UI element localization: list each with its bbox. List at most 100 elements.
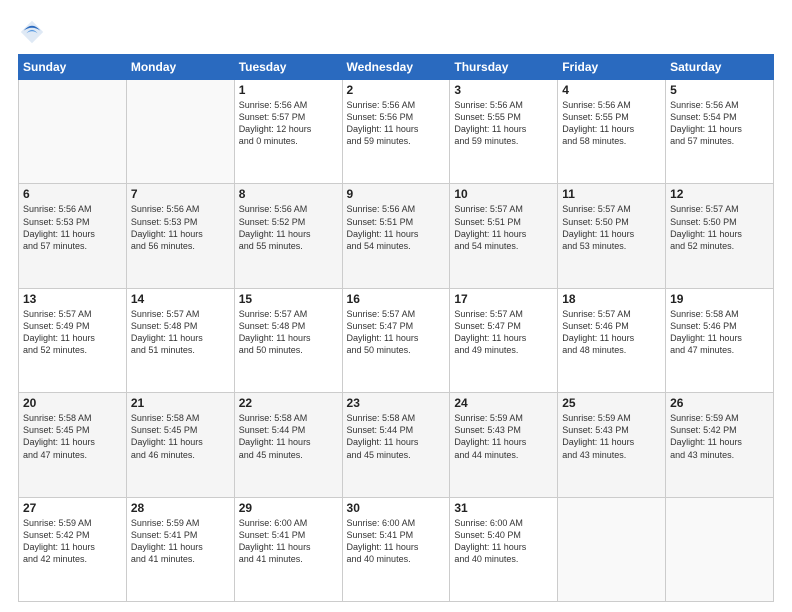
day-info: Sunrise: 5:57 AM Sunset: 5:49 PM Dayligh… [23,308,122,357]
day-info: Sunrise: 5:57 AM Sunset: 5:50 PM Dayligh… [670,203,769,252]
day-cell: 4 Sunrise: 5:56 AM Sunset: 5:55 PM Daylig… [558,80,666,184]
day-number: 29 [239,501,338,515]
day-number: 2 [347,83,446,97]
day-cell: 24Sunrise: 5:59 AM Sunset: 5:43 PM Dayli… [450,393,558,497]
header-row: SundayMondayTuesdayWednesdayThursdayFrid… [19,55,774,80]
day-cell: 9 Sunrise: 5:56 AM Sunset: 5:51 PM Daylig… [342,184,450,288]
day-info: Sunrise: 5:56 AM Sunset: 5:53 PM Dayligh… [131,203,230,252]
day-cell: 30Sunrise: 6:00 AM Sunset: 5:41 PM Dayli… [342,497,450,601]
day-number: 27 [23,501,122,515]
day-number: 7 [131,187,230,201]
day-info: Sunrise: 5:56 AM Sunset: 5:55 PM Dayligh… [562,99,661,148]
day-info: Sunrise: 5:57 AM Sunset: 5:50 PM Dayligh… [562,203,661,252]
day-info: Sunrise: 5:57 AM Sunset: 5:48 PM Dayligh… [131,308,230,357]
day-info: Sunrise: 5:57 AM Sunset: 5:46 PM Dayligh… [562,308,661,357]
day-cell: 22 Sunrise: 5:58 AM Sunset: 5:44 PM Dayli… [234,393,342,497]
day-cell: 11 Sunrise: 5:57 AM Sunset: 5:50 PM Dayli… [558,184,666,288]
header [18,18,774,46]
day-cell: 12 Sunrise: 5:57 AM Sunset: 5:50 PM Dayli… [666,184,774,288]
day-cell: 29 Sunrise: 6:00 AM Sunset: 5:41 PM Dayli… [234,497,342,601]
day-cell: 25Sunrise: 5:59 AM Sunset: 5:43 PM Dayli… [558,393,666,497]
day-cell: 17Sunrise: 5:57 AM Sunset: 5:47 PM Dayli… [450,288,558,392]
day-info: Sunrise: 5:56 AM Sunset: 5:51 PM Dayligh… [347,203,446,252]
day-number: 6 [23,187,122,201]
day-number: 23 [347,396,446,410]
day-cell: 31 Sunrise: 6:00 AM Sunset: 5:40 PM Dayli… [450,497,558,601]
day-info: Sunrise: 5:58 AM Sunset: 5:45 PM Dayligh… [131,412,230,461]
col-header-friday: Friday [558,55,666,80]
week-row-4: 20Sunrise: 5:58 AM Sunset: 5:45 PM Dayli… [19,393,774,497]
day-info: Sunrise: 5:56 AM Sunset: 5:56 PM Dayligh… [347,99,446,148]
day-info: Sunrise: 5:58 AM Sunset: 5:45 PM Dayligh… [23,412,122,461]
day-cell: 7 Sunrise: 5:56 AM Sunset: 5:53 PM Daylig… [126,184,234,288]
day-number: 3 [454,83,553,97]
day-number: 18 [562,292,661,306]
day-info: Sunrise: 5:57 AM Sunset: 5:47 PM Dayligh… [454,308,553,357]
day-number: 16 [347,292,446,306]
day-cell: 15 Sunrise: 5:57 AM Sunset: 5:48 PM Dayli… [234,288,342,392]
day-number: 8 [239,187,338,201]
day-cell: 19 Sunrise: 5:58 AM Sunset: 5:46 PM Dayli… [666,288,774,392]
calendar: SundayMondayTuesdayWednesdayThursdayFrid… [18,54,774,602]
day-info: Sunrise: 5:58 AM Sunset: 5:46 PM Dayligh… [670,308,769,357]
day-info: Sunrise: 5:56 AM Sunset: 5:55 PM Dayligh… [454,99,553,148]
day-number: 10 [454,187,553,201]
day-cell: 3 Sunrise: 5:56 AM Sunset: 5:55 PM Daylig… [450,80,558,184]
day-cell: 18 Sunrise: 5:57 AM Sunset: 5:46 PM Dayli… [558,288,666,392]
day-number: 5 [670,83,769,97]
day-info: Sunrise: 5:56 AM Sunset: 5:54 PM Dayligh… [670,99,769,148]
week-row-3: 13 Sunrise: 5:57 AM Sunset: 5:49 PM Dayli… [19,288,774,392]
day-number: 12 [670,187,769,201]
day-cell: 28 Sunrise: 5:59 AM Sunset: 5:41 PM Dayli… [126,497,234,601]
week-row-1: 1Sunrise: 5:56 AM Sunset: 5:57 PM Daylig… [19,80,774,184]
day-info: Sunrise: 5:57 AM Sunset: 5:51 PM Dayligh… [454,203,553,252]
day-info: Sunrise: 6:00 AM Sunset: 5:40 PM Dayligh… [454,517,553,566]
day-cell: 26 Sunrise: 5:59 AM Sunset: 5:42 PM Dayli… [666,393,774,497]
day-number: 9 [347,187,446,201]
day-number: 19 [670,292,769,306]
day-number: 13 [23,292,122,306]
day-cell: 16 Sunrise: 5:57 AM Sunset: 5:47 PM Dayli… [342,288,450,392]
day-info: Sunrise: 6:00 AM Sunset: 5:41 PM Dayligh… [347,517,446,566]
day-number: 31 [454,501,553,515]
day-number: 28 [131,501,230,515]
day-cell: 2 Sunrise: 5:56 AM Sunset: 5:56 PM Daylig… [342,80,450,184]
day-cell [126,80,234,184]
day-number: 1 [239,83,338,97]
day-info: Sunrise: 5:58 AM Sunset: 5:44 PM Dayligh… [347,412,446,461]
col-header-wednesday: Wednesday [342,55,450,80]
col-header-sunday: Sunday [19,55,127,80]
day-info: Sunrise: 5:59 AM Sunset: 5:42 PM Dayligh… [670,412,769,461]
logo-icon [18,18,46,46]
day-cell: 5 Sunrise: 5:56 AM Sunset: 5:54 PM Daylig… [666,80,774,184]
day-cell: 6 Sunrise: 5:56 AM Sunset: 5:53 PM Daylig… [19,184,127,288]
day-cell [19,80,127,184]
day-number: 11 [562,187,661,201]
day-cell: 13 Sunrise: 5:57 AM Sunset: 5:49 PM Dayli… [19,288,127,392]
day-info: Sunrise: 5:56 AM Sunset: 5:53 PM Dayligh… [23,203,122,252]
col-header-saturday: Saturday [666,55,774,80]
day-cell [558,497,666,601]
day-cell: 1Sunrise: 5:56 AM Sunset: 5:57 PM Daylig… [234,80,342,184]
day-info: Sunrise: 5:57 AM Sunset: 5:48 PM Dayligh… [239,308,338,357]
day-info: Sunrise: 5:59 AM Sunset: 5:42 PM Dayligh… [23,517,122,566]
day-info: Sunrise: 5:58 AM Sunset: 5:44 PM Dayligh… [239,412,338,461]
day-cell: 27 Sunrise: 5:59 AM Sunset: 5:42 PM Dayli… [19,497,127,601]
day-info: Sunrise: 5:56 AM Sunset: 5:52 PM Dayligh… [239,203,338,252]
day-cell: 23 Sunrise: 5:58 AM Sunset: 5:44 PM Dayli… [342,393,450,497]
week-row-5: 27 Sunrise: 5:59 AM Sunset: 5:42 PM Dayli… [19,497,774,601]
col-header-thursday: Thursday [450,55,558,80]
page: SundayMondayTuesdayWednesdayThursdayFrid… [0,0,792,612]
day-number: 4 [562,83,661,97]
day-cell: 10 Sunrise: 5:57 AM Sunset: 5:51 PM Dayli… [450,184,558,288]
day-info: Sunrise: 5:59 AM Sunset: 5:41 PM Dayligh… [131,517,230,566]
col-header-monday: Monday [126,55,234,80]
col-header-tuesday: Tuesday [234,55,342,80]
day-info: Sunrise: 5:59 AM Sunset: 5:43 PM Dayligh… [562,412,661,461]
day-number: 22 [239,396,338,410]
day-number: 26 [670,396,769,410]
day-number: 15 [239,292,338,306]
day-info: Sunrise: 6:00 AM Sunset: 5:41 PM Dayligh… [239,517,338,566]
day-info: Sunrise: 5:57 AM Sunset: 5:47 PM Dayligh… [347,308,446,357]
day-info: Sunrise: 5:59 AM Sunset: 5:43 PM Dayligh… [454,412,553,461]
